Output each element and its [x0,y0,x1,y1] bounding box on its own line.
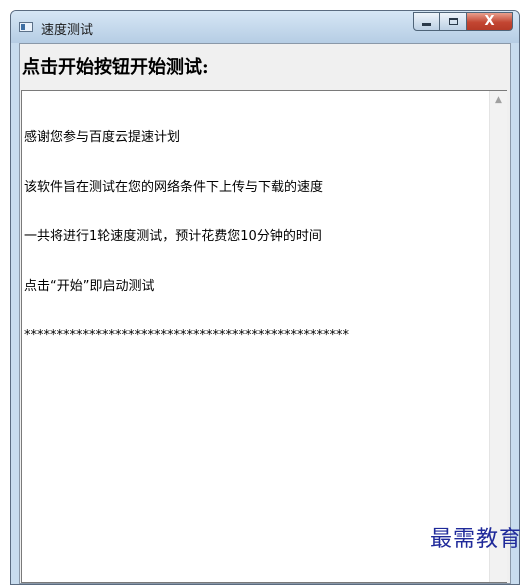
log-line: 感谢您参与百度云提速计划 [24,130,181,145]
minimize-icon [422,23,431,26]
maximize-button[interactable] [440,12,467,31]
minimize-button[interactable] [413,12,440,31]
window-controls: X [413,12,513,32]
instruction-heading: 点击开始按钮开始测试: [22,57,209,78]
window-title: 速度测试 [41,23,94,38]
log-line: 点击“开始”即启动测试 [24,278,155,294]
app-icon [19,22,33,32]
close-icon: X [484,14,495,29]
maximize-icon [448,18,458,25]
title-bar[interactable]: 速度测试 X [11,11,519,43]
watermark-text: 最需教育 [429,527,522,552]
log-line: ****************************************… [24,328,349,343]
log-text: 感谢您参与百度云提速计划 该软件旨在测试在您的网络条件下上传与下载的速度 一共将… [24,97,485,378]
log-textarea[interactable]: 感谢您参与百度云提速计划 该软件旨在测试在您的网络条件下上传与下载的速度 一共将… [21,90,507,583]
close-button[interactable]: X [467,12,513,31]
vertical-scrollbar[interactable]: ▲ [489,91,507,582]
scroll-up-arrow-icon[interactable]: ▲ [490,91,507,108]
client-area: 点击开始按钮开始测试: 感谢您参与百度云提速计划 该软件旨在测试在您的网络条件下… [19,43,511,584]
log-line: 该软件旨在测试在您的网络条件下上传与下载的速度 [24,179,324,195]
app-window: 速度测试 X 点击开始按钮开始测试: 感谢您参与百度云提速计划 该软件旨在测试在… [10,10,520,585]
log-line: 一共将进行1轮速度测试，预计花费您10分钟的时间 [24,229,322,244]
